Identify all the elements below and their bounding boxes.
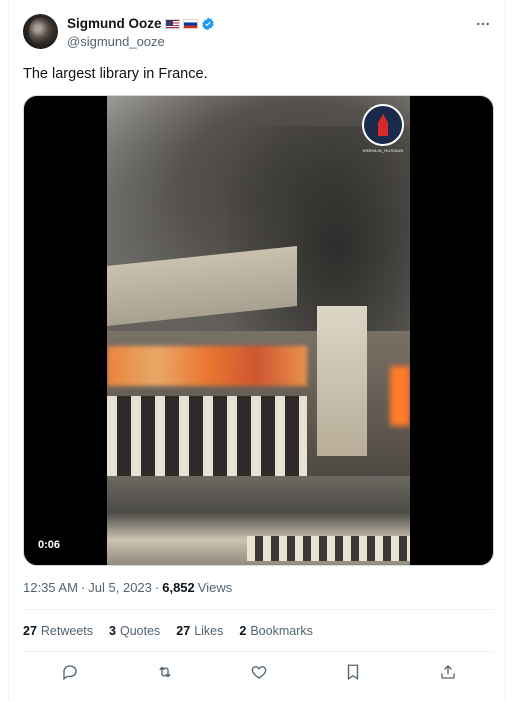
verified-badge-icon[interactable] <box>201 17 215 31</box>
tweet-card: Sigmund Ooze @sigmund_ooze The largest l… <box>8 0 506 701</box>
bookmarks-stat[interactable]: 2 Bookmarks <box>239 624 312 638</box>
tweet-date[interactable]: Jul 5, 2023 <box>88 580 152 595</box>
like-button[interactable] <box>247 660 271 684</box>
likes-label: Likes <box>194 624 224 638</box>
more-options-button[interactable] <box>473 14 493 34</box>
us-flag-icon <box>164 18 180 29</box>
divider <box>23 609 495 610</box>
meta-separator: · <box>154 580 160 595</box>
author-display-name[interactable]: Sigmund Ooze <box>67 16 162 31</box>
retweets-label: Retweets <box>40 624 94 638</box>
retweets-stat[interactable]: 27 Retweets <box>23 624 93 638</box>
views-count: 6,852 <box>162 580 195 595</box>
quotes-stat[interactable]: 3 Quotes <box>109 624 160 638</box>
video-duration: 0:06 <box>34 537 65 553</box>
quotes-label: Quotes <box>119 624 161 638</box>
retweets-count: 27 <box>23 624 37 638</box>
avatar[interactable] <box>23 14 58 49</box>
likes-count: 27 <box>176 624 191 638</box>
share-icon <box>441 665 455 679</box>
bookmark-button[interactable] <box>341 660 365 684</box>
retweet-button[interactable] <box>153 660 177 684</box>
tweet-text: The largest library in France. <box>23 66 208 82</box>
likes-stat[interactable]: 27 Likes <box>176 624 223 638</box>
bookmarks-count: 2 <box>239 624 247 638</box>
video-player[interactable]: KREMLIN_RUSSIAN 0:06 <box>23 95 494 566</box>
more-icon <box>477 22 489 26</box>
video-frame: KREMLIN_RUSSIAN <box>107 96 410 565</box>
watermark-text: KREMLIN_RUSSIAN <box>362 148 404 153</box>
share-button[interactable] <box>436 660 460 684</box>
tweet-time[interactable]: 12:35 AM <box>23 580 78 595</box>
ru-flag-icon <box>182 18 198 29</box>
author-handle[interactable]: @sigmund_ooze <box>67 34 165 49</box>
reply-button[interactable] <box>58 660 82 684</box>
action-bar <box>23 660 495 684</box>
like-icon <box>251 666 267 679</box>
meta-separator: · <box>80 580 86 595</box>
tweet-meta: 12:35 AM · Jul 5, 2023 · 6,852 Views <box>23 580 232 595</box>
bookmark-icon <box>348 664 359 681</box>
bookmarks-label: Bookmarks <box>250 624 313 638</box>
engagement-stats: 27 Retweets 3 Quotes 27 Likes 2 Bookmark… <box>23 624 313 638</box>
author-name-row: Sigmund Ooze <box>67 16 215 31</box>
kremlin-watermark-logo <box>362 104 404 146</box>
reply-icon <box>63 665 77 681</box>
divider <box>23 651 495 652</box>
quotes-count: 3 <box>109 624 116 638</box>
views-label: Views <box>197 580 233 595</box>
retweet-icon <box>158 666 171 678</box>
